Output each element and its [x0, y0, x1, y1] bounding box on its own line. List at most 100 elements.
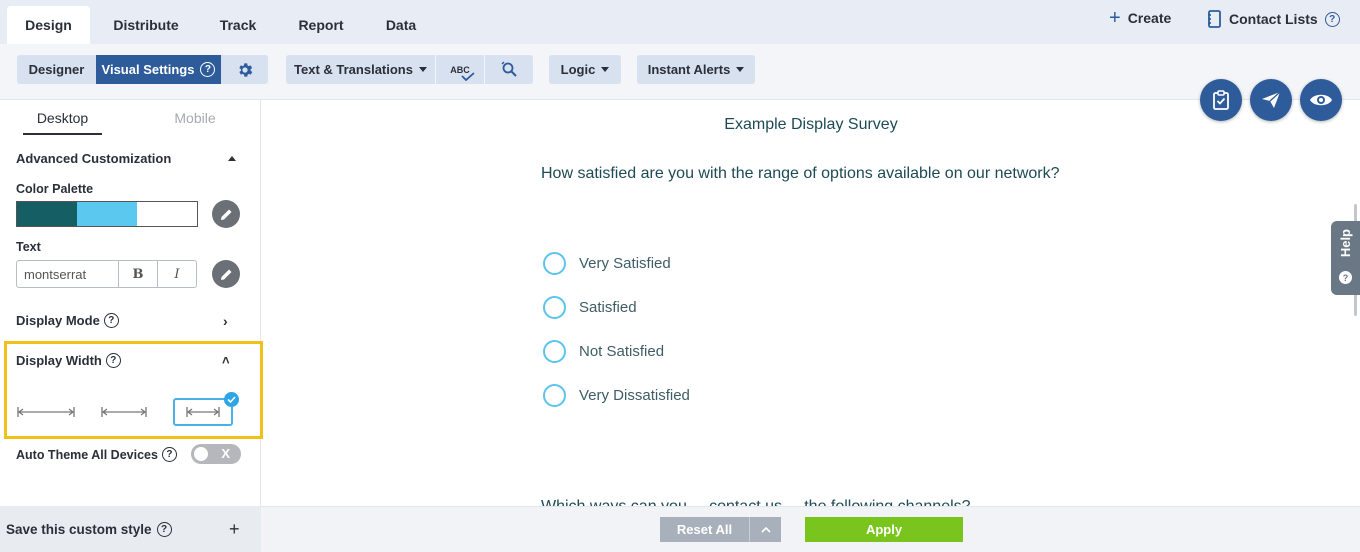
- answer-option[interactable]: Very Satisfied: [543, 252, 671, 275]
- close-icon: X: [221, 446, 230, 461]
- chevron-down-icon: [601, 67, 610, 72]
- radio-button[interactable]: [543, 296, 566, 319]
- chevron-right-icon: ›: [223, 312, 228, 329]
- clipboard-check-icon: [1213, 90, 1229, 110]
- toggle-knob: [194, 447, 208, 461]
- help-icon[interactable]: ?: [1324, 11, 1340, 27]
- preview-button[interactable]: [1300, 79, 1342, 121]
- contact-lists-label: Contact Lists: [1229, 11, 1318, 27]
- address-book-icon: [1208, 10, 1221, 28]
- edit-text-button[interactable]: [212, 260, 240, 288]
- plus-icon[interactable]: +: [229, 519, 240, 540]
- find-replace-button[interactable]: [485, 55, 533, 84]
- radio-button[interactable]: [543, 384, 566, 407]
- text-label: Text: [16, 240, 41, 254]
- width-option-medium[interactable]: [100, 398, 148, 426]
- display-mode-header[interactable]: Display Mode ? ›: [16, 312, 236, 329]
- radio-button[interactable]: [543, 252, 566, 275]
- answer-label: Very Satisfied: [579, 255, 671, 272]
- text-translations-label: Text & Translations: [294, 62, 413, 77]
- display-mode-label: Display Mode: [16, 313, 100, 328]
- help-icon[interactable]: ?: [161, 447, 177, 462]
- answer-label: Satisfied: [579, 299, 637, 316]
- display-width-label: Display Width: [16, 353, 102, 368]
- answer-option[interactable]: Very Dissatisfied: [543, 384, 690, 407]
- answer-label: Not Satisfied: [579, 343, 665, 360]
- eye-icon: [1310, 94, 1332, 106]
- italic-button[interactable]: I: [158, 261, 196, 287]
- designer-button[interactable]: Designer: [17, 55, 96, 84]
- help-icon[interactable]: ?: [105, 353, 121, 368]
- question-text: How satisfied are you with the range of …: [541, 165, 1060, 182]
- apply-button[interactable]: Apply: [805, 517, 963, 542]
- logic-label: Logic: [560, 62, 596, 77]
- width-option-full[interactable]: [173, 392, 239, 426]
- create-button[interactable]: + Create: [1109, 7, 1172, 29]
- gear-icon: [238, 62, 252, 77]
- width-arrow-icon: [101, 407, 147, 417]
- chevron-up-icon: ˄: [222, 353, 230, 368]
- chevron-up-icon[interactable]: [750, 517, 781, 542]
- tab-mobile[interactable]: Mobile: [155, 110, 235, 135]
- tab-track[interactable]: Track: [208, 6, 268, 44]
- help-label: Help: [1338, 229, 1353, 258]
- refresh-search-icon: [500, 61, 517, 77]
- help-tab[interactable]: Help ?: [1331, 221, 1360, 295]
- answer-option[interactable]: Not Satisfied: [543, 340, 664, 363]
- visual-settings-label: Visual Settings: [101, 62, 195, 77]
- radio-button[interactable]: [543, 340, 566, 363]
- pencil-icon: [220, 269, 231, 280]
- create-label: Create: [1127, 10, 1172, 26]
- reset-all-label: Reset All: [660, 517, 750, 542]
- color-palette[interactable]: [16, 201, 198, 227]
- color-palette-label: Color Palette: [16, 182, 94, 196]
- spell-check-button[interactable]: ABC: [436, 55, 484, 84]
- display-width-header[interactable]: Display Width ? ˄: [16, 353, 236, 368]
- palette-color-1: [17, 202, 77, 226]
- bottom-action-bar: Reset All Apply: [261, 506, 1360, 552]
- bold-button[interactable]: B: [119, 261, 158, 287]
- tab-desktop[interactable]: Desktop: [23, 110, 102, 135]
- plus-icon: +: [1109, 7, 1121, 29]
- width-option-narrow[interactable]: [16, 398, 76, 426]
- tab-data[interactable]: Data: [376, 6, 426, 44]
- survey-title: Example Display Survey: [724, 116, 898, 133]
- palette-color-3: [137, 202, 197, 226]
- caret-up-icon: [228, 156, 236, 161]
- edit-palette-button[interactable]: [212, 200, 240, 228]
- pencil-icon: [220, 209, 231, 220]
- question-text-cutoff: Which ways can you ... contact us ... th…: [541, 497, 1071, 506]
- settings-button[interactable]: [221, 55, 268, 84]
- auto-theme-label: Auto Theme All Devices: [16, 447, 158, 462]
- contact-lists-button[interactable]: Contact Lists ?: [1207, 10, 1340, 28]
- review-button[interactable]: [1200, 79, 1242, 121]
- help-icon: ?: [1339, 271, 1352, 284]
- visual-settings-panel: Desktop Mobile Advanced Customization Co…: [0, 100, 263, 506]
- design-toolbar: Designer Visual Settings ? Text & Transl…: [0, 44, 1360, 100]
- font-selector: montserrat B I: [16, 260, 197, 288]
- font-name[interactable]: montserrat: [17, 261, 119, 287]
- save-custom-style-bar[interactable]: Save this custom style ? +: [0, 506, 261, 552]
- top-navigation: Design Distribute Track Report Data + Cr…: [0, 0, 1360, 44]
- auto-theme-toggle[interactable]: X: [191, 444, 241, 464]
- logic-dropdown[interactable]: Logic: [549, 55, 621, 84]
- tab-design[interactable]: Design: [7, 6, 90, 44]
- answer-option[interactable]: Satisfied: [543, 296, 637, 319]
- help-icon[interactable]: ?: [156, 521, 172, 537]
- help-icon[interactable]: ?: [103, 313, 119, 328]
- reset-all-button[interactable]: Reset All: [660, 517, 781, 542]
- instant-alerts-dropdown[interactable]: Instant Alerts: [637, 55, 755, 84]
- help-icon[interactable]: ?: [200, 62, 216, 77]
- chevron-down-icon: [418, 67, 427, 72]
- send-button[interactable]: [1250, 79, 1292, 121]
- width-arrow-icon: [186, 407, 220, 417]
- advanced-customization-header[interactable]: Advanced Customization: [16, 151, 236, 166]
- auto-theme-row: Auto Theme All Devices ?: [16, 447, 177, 462]
- text-translations-dropdown[interactable]: Text & Translations: [286, 55, 435, 84]
- save-style-label: Save this custom style: [6, 521, 152, 537]
- advanced-customization-label: Advanced Customization: [16, 151, 172, 166]
- spell-check-icon: ABC: [450, 65, 475, 81]
- tab-report[interactable]: Report: [288, 6, 354, 44]
- visual-settings-button[interactable]: Visual Settings ?: [96, 55, 221, 84]
- tab-distribute[interactable]: Distribute: [102, 6, 190, 44]
